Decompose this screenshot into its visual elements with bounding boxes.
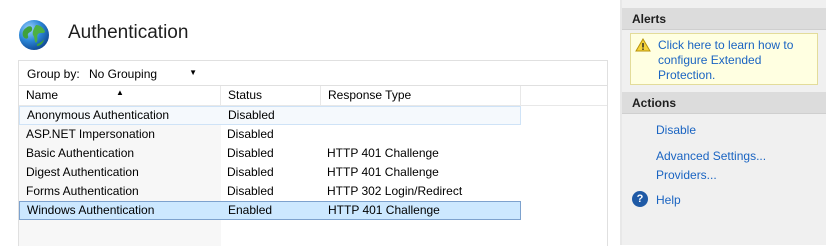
row-status: Enabled [228, 203, 273, 217]
column-header-response-type[interactable]: Response Type [321, 86, 521, 105]
row-status: Disabled [227, 127, 274, 141]
table-row[interactable]: Anonymous Authentication Disabled [19, 106, 521, 125]
row-response-type: HTTP 401 Challenge [327, 146, 439, 160]
extended-protection-alert-link[interactable]: Click here to learn how to configure Ext… [658, 38, 816, 83]
table-row[interactable]: Digest Authentication Disabled HTTP 401 … [19, 163, 521, 182]
sort-ascending-icon: ▲ [116, 88, 124, 97]
group-by-label: Group by: [27, 67, 80, 81]
row-name: Windows Authentication [27, 203, 155, 217]
row-status: Disabled [227, 184, 274, 198]
providers-action[interactable]: Providers... [656, 168, 717, 182]
row-status: Disabled [227, 146, 274, 160]
warning-icon [635, 38, 651, 52]
row-status: Disabled [228, 108, 275, 122]
row-name: Anonymous Authentication [27, 108, 170, 122]
disable-action[interactable]: Disable [656, 123, 696, 137]
row-name: Basic Authentication [26, 146, 135, 160]
main-panel: Authentication Group by: No Grouping ▼ N… [0, 0, 620, 246]
list-header: Name ▲ Status Response Type [19, 86, 607, 106]
table-row-selected[interactable]: Windows Authentication Enabled HTTP 401 … [19, 201, 521, 220]
help-icon[interactable]: ? [632, 191, 648, 207]
chevron-down-icon: ▼ [189, 68, 197, 77]
group-by-toolbar: Group by: No Grouping ▼ [18, 60, 608, 86]
row-response-type: HTTP 401 Challenge [328, 203, 440, 217]
row-response-type: HTTP 302 Login/Redirect [327, 184, 463, 198]
advanced-settings-action[interactable]: Advanced Settings... [656, 149, 766, 163]
row-status: Disabled [227, 165, 274, 179]
row-response-type: HTTP 401 Challenge [327, 165, 439, 179]
group-by-dropdown[interactable]: No Grouping ▼ [83, 65, 199, 82]
column-header-status[interactable]: Status [221, 86, 321, 105]
row-name: Digest Authentication [26, 165, 139, 179]
actions-header: Actions [622, 92, 826, 114]
row-name: Forms Authentication [26, 184, 139, 198]
row-name: ASP.NET Impersonation [26, 127, 155, 141]
table-row[interactable]: Forms Authentication Disabled HTTP 302 L… [19, 182, 521, 201]
table-row[interactable]: ASP.NET Impersonation Disabled [19, 125, 521, 144]
group-by-value: No Grouping [89, 67, 158, 81]
alerts-header: Alerts [622, 8, 826, 30]
alert-box: Click here to learn how to configure Ext… [630, 33, 818, 85]
page-title: Authentication [68, 22, 189, 43]
authentication-list: Name ▲ Status Response Type Anonymous Au… [18, 85, 608, 246]
globe-icon [19, 20, 49, 50]
right-pane: Alerts Click here to learn how to config… [622, 0, 826, 245]
help-action[interactable]: Help [656, 193, 681, 207]
table-row[interactable]: Basic Authentication Disabled HTTP 401 C… [19, 144, 521, 163]
column-header-name[interactable]: Name ▲ [19, 86, 221, 105]
